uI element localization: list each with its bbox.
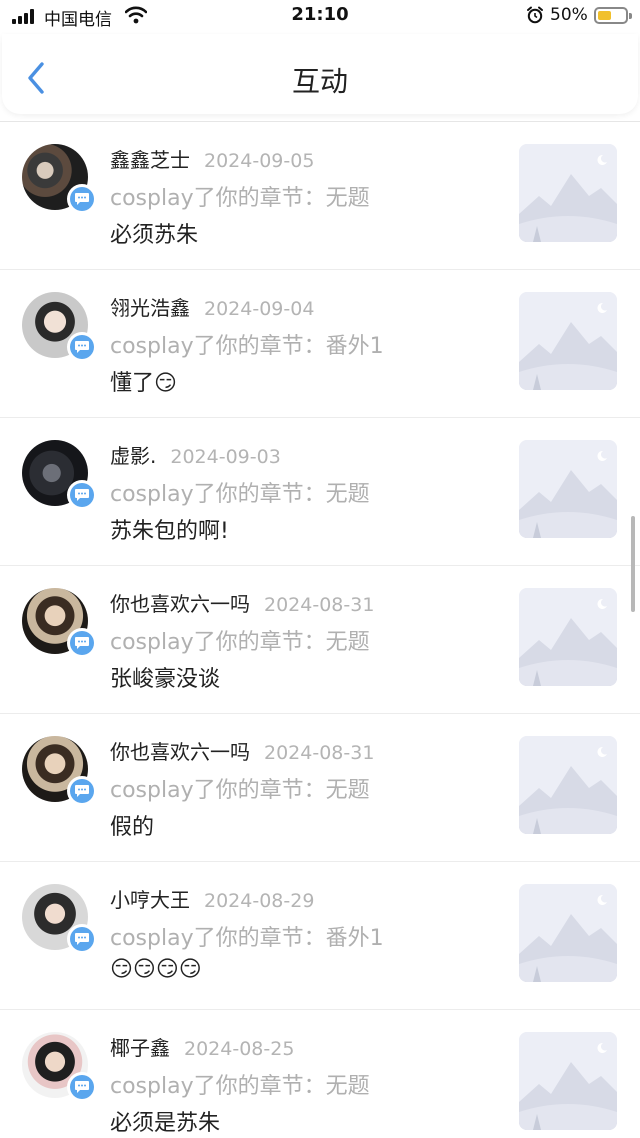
user-name-text[interactable]: 翎光浩鑫: [110, 296, 190, 320]
chapter-thumbnail[interactable]: [519, 736, 617, 834]
date: 2024-08-31: [264, 594, 375, 616]
list-item[interactable]: 你也喜欢六一吗 2024-08-31 cosplay了你的章节：无题 张峻豪没谈: [0, 566, 640, 714]
comment-text: 😏😏😏😏: [110, 957, 202, 982]
user-name[interactable]: 小哼大王 2024-08-29: [110, 884, 314, 913]
user-name-text[interactable]: 你也喜欢六一吗: [110, 740, 250, 764]
chapter-thumbnail[interactable]: [519, 292, 617, 390]
battery-icon: [594, 7, 632, 24]
date: 2024-08-29: [204, 890, 315, 912]
list-item[interactable]: 翎光浩鑫 2024-09-04 cosplay了你的章节：番外1 懂了😏: [0, 270, 640, 418]
comment-badge-icon: [67, 332, 97, 362]
list-item[interactable]: 小哼大王 2024-08-29 cosplay了你的章节：番外1 😏😏😏😏: [0, 862, 640, 1010]
user-name-text[interactable]: 你也喜欢六一吗: [110, 592, 250, 616]
user-name-text[interactable]: 虚影.: [110, 444, 156, 468]
action-text: cosplay了你的章节：无题: [110, 482, 370, 507]
user-name[interactable]: 鑫鑫芝士 2024-09-05: [110, 144, 314, 173]
comment-text: 必须苏朱: [110, 223, 199, 248]
comment-badge-icon: [67, 184, 97, 214]
alarm-icon: [527, 6, 543, 24]
user-name[interactable]: 椰子鑫 2024-08-25: [110, 1032, 294, 1061]
list-item[interactable]: 虚影. 2024-09-03 cosplay了你的章节：无题 苏朱包的啊!: [0, 418, 640, 566]
action-text: cosplay了你的章节：番外1: [110, 926, 384, 951]
date: 2024-09-03: [170, 446, 281, 468]
date: 2024-08-25: [184, 1038, 295, 1060]
user-name[interactable]: 你也喜欢六一吗 2024-08-31: [110, 588, 374, 617]
action-text: cosplay了你的章节：无题: [110, 778, 370, 803]
nav-bar: 互动: [2, 34, 638, 114]
comment-badge-icon: [67, 924, 97, 954]
comment-text: 假的: [110, 815, 155, 840]
comment-text: 张峻豪没谈: [110, 667, 221, 692]
user-name-text[interactable]: 鑫鑫芝士: [110, 148, 190, 172]
action-text: cosplay了你的章节：无题: [110, 1074, 370, 1099]
user-name[interactable]: 虚影. 2024-09-03: [110, 440, 281, 469]
chapter-thumbnail[interactable]: [519, 588, 617, 686]
comment-badge-icon: [67, 480, 97, 510]
list-item[interactable]: 椰子鑫 2024-08-25 cosplay了你的章节：无题 必须是苏朱: [0, 1010, 640, 1138]
chapter-thumbnail[interactable]: [519, 144, 617, 242]
action-text: cosplay了你的章节：番外1: [110, 334, 384, 359]
comment-badge-icon: [67, 1072, 97, 1102]
chapter-thumbnail[interactable]: [519, 884, 617, 982]
list-item[interactable]: 鑫鑫芝士 2024-09-05 cosplay了你的章节：无题 必须苏朱: [0, 122, 640, 270]
page-title: 互动: [291, 65, 348, 98]
date: 2024-09-04: [204, 298, 315, 320]
chapter-thumbnail[interactable]: [519, 440, 617, 538]
user-name[interactable]: 翎光浩鑫 2024-09-04: [110, 292, 314, 321]
chapter-thumbnail[interactable]: [519, 1032, 617, 1130]
status-bar: 中国电信 21:10 50%: [0, 0, 640, 34]
comment-badge-icon: [67, 776, 97, 806]
action-text: cosplay了你的章节：无题: [110, 630, 370, 655]
date: 2024-08-31: [264, 742, 375, 764]
comment-badge-icon: [67, 628, 97, 658]
action-text: cosplay了你的章节：无题: [110, 186, 370, 211]
comment-text: 懂了😏: [110, 371, 177, 396]
user-name-text[interactable]: 小哼大王: [110, 888, 190, 912]
comment-text: 必须是苏朱: [110, 1111, 221, 1136]
battery-percent: 50%: [550, 5, 588, 25]
user-name[interactable]: 你也喜欢六一吗 2024-08-31: [110, 736, 374, 765]
comment-text: 苏朱包的啊!: [110, 519, 229, 544]
date: 2024-09-05: [204, 150, 315, 172]
clock: 21:10: [291, 4, 349, 25]
list-item[interactable]: 你也喜欢六一吗 2024-08-31 cosplay了你的章节：无题 假的: [0, 714, 640, 862]
scrollbar-thumb[interactable]: [631, 516, 635, 612]
user-name-text[interactable]: 椰子鑫: [110, 1036, 170, 1060]
interaction-list: 鑫鑫芝士 2024-09-05 cosplay了你的章节：无题 必须苏朱 翎光浩鑫…: [0, 122, 640, 1138]
